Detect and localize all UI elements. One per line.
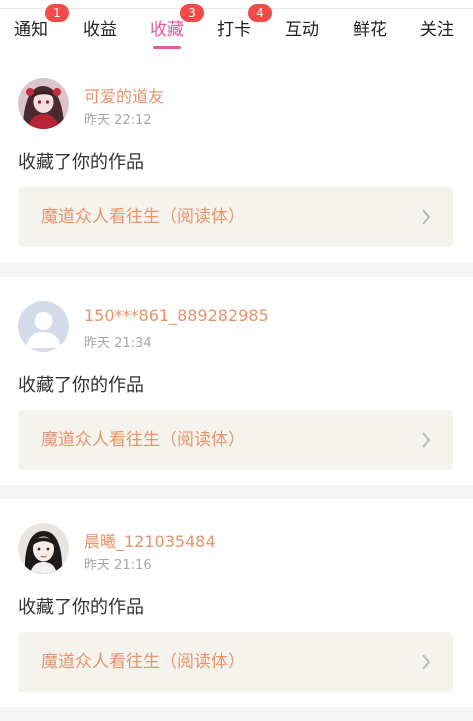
notification-card: 150***861_889282985 昨天 21:34 收藏了你的作品 魔道众… <box>0 277 473 485</box>
anime-girl-avatar-icon[interactable] <box>18 78 69 129</box>
tab-favorites[interactable]: 收藏 3 <box>150 4 204 54</box>
action-text: 收藏了你的作品 <box>18 375 144 396</box>
chevron-right-icon <box>422 209 431 225</box>
tab-label: 收藏 <box>150 20 184 40</box>
username[interactable]: 晨曦_121035484 <box>84 528 216 552</box>
unread-badge: 3 <box>180 4 204 22</box>
default-user-avatar-icon[interactable] <box>18 301 69 352</box>
work-link[interactable]: 魔道众人看往生（阅读体） <box>18 410 453 470</box>
tab-notify[interactable]: 通知 1 <box>14 4 69 54</box>
status-divider <box>0 0 473 9</box>
notification-card: 晨曦_121035484 昨天 21:16 收藏了你的作品 魔道众人看往生（阅读… <box>0 499 473 707</box>
chevron-right-icon <box>422 654 431 670</box>
work-title: 魔道众人看往生（阅读体） <box>41 652 245 672</box>
tab-label: 通知 <box>14 20 48 40</box>
notification-card: 可爱的道友 昨天 22:12 收藏了你的作品 魔道众人看往生（阅读体） <box>0 54 473 262</box>
unread-badge: 4 <box>248 4 272 22</box>
tab-label: 关注 <box>420 20 454 40</box>
username[interactable]: 150***861_889282985 <box>84 306 269 325</box>
unread-badge: 1 <box>45 4 69 22</box>
work-title: 魔道众人看往生（阅读体） <box>41 207 245 227</box>
tab-label: 收益 <box>83 20 117 40</box>
tab-label: 鲜花 <box>353 20 387 40</box>
tab-interaction[interactable]: 互动 <box>285 9 319 54</box>
action-text: 收藏了你的作品 <box>18 152 144 173</box>
tab-label: 互动 <box>285 20 319 40</box>
tab-follow[interactable]: 关注 <box>420 9 454 54</box>
username[interactable]: 可爱的道友 <box>84 83 164 107</box>
tab-bar: 通知 1 收益 收藏 3 打卡 4 互动 鲜花 关注 <box>0 4 473 54</box>
active-tab-indicator <box>153 46 181 49</box>
portrait-avatar-icon[interactable] <box>18 523 69 574</box>
action-text: 收藏了你的作品 <box>18 597 144 618</box>
tab-earnings[interactable]: 收益 <box>83 9 117 54</box>
chevron-right-icon <box>422 432 431 448</box>
tab-label: 打卡 <box>217 20 251 40</box>
timestamp: 昨天 22:12 <box>84 113 152 128</box>
work-title: 魔道众人看往生（阅读体） <box>41 430 245 450</box>
timestamp: 昨天 21:34 <box>84 336 152 351</box>
timestamp: 昨天 21:16 <box>84 558 152 573</box>
work-link[interactable]: 魔道众人看往生（阅读体） <box>18 632 453 692</box>
tab-flowers[interactable]: 鲜花 <box>353 9 387 54</box>
work-link[interactable]: 魔道众人看往生（阅读体） <box>18 187 453 247</box>
tab-checkin[interactable]: 打卡 4 <box>217 4 272 54</box>
